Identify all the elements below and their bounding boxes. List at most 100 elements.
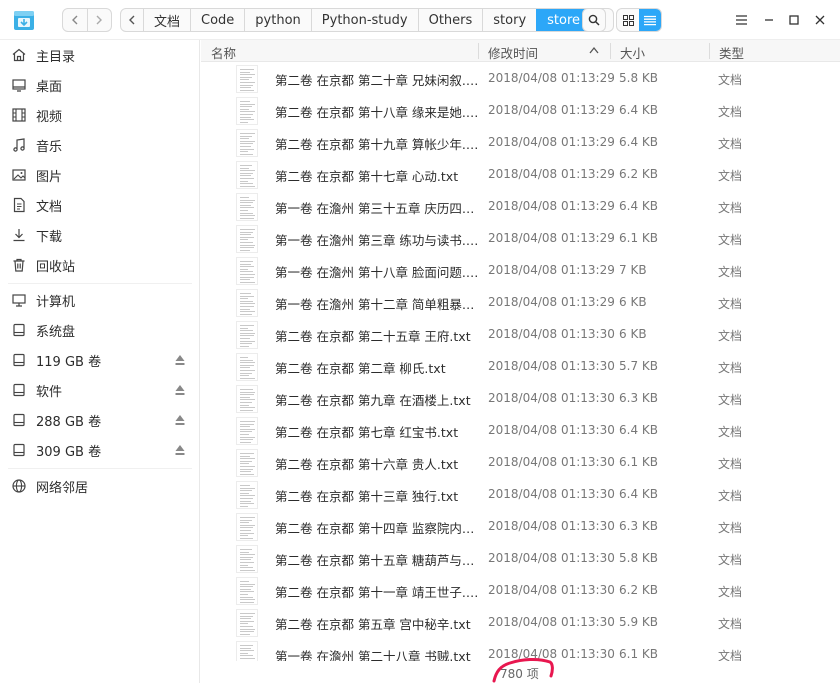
sidebar-item-videos[interactable]: 视频 [0, 100, 200, 130]
column-divider[interactable] [478, 43, 479, 59]
sidebar-item-volume-119[interactable]: 119 GB 卷 [0, 345, 200, 375]
file-row[interactable]: 第二卷 在京都 第十七章 心动.txt 2018/04/08 01:13:29 6.… [221, 159, 811, 191]
file-size: 6.4 KB [619, 423, 658, 437]
sidebar-item-pictures[interactable]: 图片 [0, 160, 200, 190]
desktop-icon [12, 79, 26, 92]
file-row[interactable]: 第二卷 在京都 第五章 宫中秘辛.txt 2018/04/08 01:13:30 5… [221, 607, 811, 639]
list-view-button[interactable] [639, 9, 661, 31]
file-row[interactable]: 第二卷 在京都 第十五章 糖葫芦与庆… 2018/04/08 01:13:30 5.… [221, 543, 811, 575]
sidebar-item-downloads[interactable]: 下载 [0, 220, 200, 250]
drive-icon [13, 323, 25, 337]
breadcrumb-item[interactable]: Code [190, 9, 244, 31]
sidebar-item-music[interactable]: 音乐 [0, 130, 200, 160]
minimize-button[interactable] [757, 8, 781, 32]
file-size: 5.9 KB [619, 615, 658, 629]
sidebar-item-label: 309 GB 卷 [36, 445, 102, 460]
breadcrumb-scroll-left-button[interactable] [121, 9, 143, 31]
sidebar-item-label: 桌面 [36, 80, 63, 95]
sidebar-item-label: 系统盘 [36, 325, 76, 340]
file-modified-date: 2018/04/08 01:13:30 [488, 423, 615, 437]
file-row[interactable]: 第二卷 在京都 第十九章 算帐少年.txt 2018/04/08 01:13:29… [221, 127, 811, 159]
file-type: 文档 [718, 297, 743, 311]
picture-icon [12, 169, 26, 181]
sidebar-item-home[interactable]: 主目录 [0, 40, 200, 70]
file-size: 6.4 KB [619, 199, 658, 213]
file-modified-date: 2018/04/08 01:13:29 [488, 199, 615, 213]
eject-icon[interactable] [175, 444, 185, 456]
file-name: 第一卷 在澹州 第三十五章 庆历四年… [275, 201, 479, 216]
file-size: 7 KB [619, 263, 647, 277]
sidebar-item-label: 视频 [36, 110, 63, 125]
file-size: 6.4 KB [619, 103, 658, 117]
breadcrumb-item[interactable]: 文档 [143, 9, 190, 31]
column-header-name[interactable]: 名称 [211, 43, 236, 62]
download-icon [13, 229, 25, 242]
column-header-modified[interactable]: 修改时间 [488, 43, 538, 62]
home-icon [12, 48, 26, 62]
text-file-thumbnail-icon [236, 385, 258, 413]
file-row[interactable]: 第一卷 在澹州 第十八章 脸面问题.txt 2018/04/08 01:13:29… [221, 255, 811, 287]
file-type: 文档 [718, 425, 743, 439]
sidebar-item-label: 计算机 [36, 295, 76, 310]
text-file-thumbnail-icon [236, 513, 258, 541]
file-row[interactable]: 第二卷 在京都 第十一章 靖王世子.txt 2018/04/08 01:13:30… [221, 575, 811, 607]
file-row[interactable]: 第一卷 在澹州 第二十八章 书贼.txt 2018/04/08 01:13:30 6… [221, 639, 811, 661]
text-file-thumbnail-icon [236, 161, 258, 189]
sidebar-item-volume-309[interactable]: 309 GB 卷 [0, 435, 200, 465]
file-row[interactable]: 第二卷 在京都 第十六章 贵人.txt 2018/04/08 01:13:30 6.… [221, 447, 811, 479]
file-row[interactable]: 第二卷 在京都 第十四章 监察院内外.… 2018/04/08 01:13:30 6… [221, 511, 811, 543]
eject-icon[interactable] [175, 354, 185, 366]
trash-icon [13, 258, 25, 272]
file-modified-date: 2018/04/08 01:13:30 [488, 391, 615, 405]
sidebar-item-documents[interactable]: 文档 [0, 190, 200, 220]
column-divider[interactable] [610, 43, 611, 59]
forward-button[interactable] [86, 9, 112, 31]
file-type: 文档 [718, 137, 743, 151]
file-row[interactable]: 第二卷 在京都 第十八章 缘来是她.txt 2018/04/08 01:13:29… [221, 95, 811, 127]
text-file-thumbnail-icon [236, 545, 258, 573]
file-row[interactable]: 第一卷 在澹州 第三十五章 庆历四年… 2018/04/08 01:13:29 6.… [221, 191, 811, 223]
sidebar-item-desktop[interactable]: 桌面 [0, 70, 200, 100]
column-header-type[interactable]: 类型 [719, 43, 744, 62]
file-modified-date: 2018/04/08 01:13:30 [488, 359, 615, 373]
file-row[interactable]: 第二卷 在京都 第二十五章 王府.txt 2018/04/08 01:13:30 6… [221, 319, 811, 351]
file-type: 文档 [718, 233, 743, 247]
sidebar-item-volume-288[interactable]: 288 GB 卷 [0, 405, 200, 435]
sidebar-item-label: 图片 [36, 170, 63, 185]
close-icon [815, 15, 825, 25]
computer-icon [12, 294, 26, 307]
column-header-size[interactable]: 大小 [620, 43, 645, 62]
maximize-button[interactable] [782, 8, 806, 32]
file-row[interactable]: 第二卷 在京都 第七章 红宝书.txt 2018/04/08 01:13:30 6.… [221, 415, 811, 447]
file-row[interactable]: 第二卷 在京都 第二十章 兄妹闲叙.txt 2018/04/08 01:13:29… [221, 63, 811, 95]
eject-icon[interactable] [175, 384, 185, 396]
file-row[interactable]: 第二卷 在京都 第九章 在酒楼上.txt 2018/04/08 01:13:30 6… [221, 383, 811, 415]
sidebar-item-software[interactable]: 软件 [0, 375, 200, 405]
text-file-thumbnail-icon [236, 257, 258, 285]
file-row[interactable]: 第二卷 在京都 第十三章 独行.txt 2018/04/08 01:13:30 6.… [221, 479, 811, 511]
close-button[interactable] [808, 8, 832, 32]
file-row[interactable]: 第一卷 在澹州 第十二章 简单粗暴的… 2018/04/08 01:13:29 6 … [221, 287, 811, 319]
sidebar-item-system-disk[interactable]: 系统盘 [0, 315, 200, 345]
eject-icon[interactable] [175, 414, 185, 426]
sidebar-item-trash[interactable]: 回收站 [0, 250, 200, 280]
file-name: 第二卷 在京都 第二十五章 王府.txt [275, 329, 471, 344]
column-divider[interactable] [709, 43, 710, 59]
sidebar-item-computer[interactable]: 计算机 [0, 285, 200, 315]
file-modified-date: 2018/04/08 01:13:30 [488, 551, 615, 565]
file-row[interactable]: 第一卷 在澹州 第三章 练功与读书.txt 2018/04/08 01:13:29… [221, 223, 811, 255]
sidebar-item-network[interactable]: 网络邻居 [0, 471, 200, 501]
back-button[interactable] [63, 9, 87, 31]
breadcrumb-item[interactable]: Python-study [310, 9, 418, 31]
icon-view-button[interactable] [617, 9, 639, 31]
file-row[interactable]: 第二卷 在京都 第二章 柳氏.txt 2018/04/08 01:13:30 5.7… [221, 351, 811, 383]
breadcrumb-item[interactable]: Others [417, 9, 483, 31]
breadcrumb-item[interactable]: story [482, 9, 536, 31]
breadcrumb-item[interactable]: python [244, 9, 310, 31]
file-name: 第二卷 在京都 第十六章 贵人.txt [275, 457, 459, 472]
file-name: 第一卷 在澹州 第三章 练功与读书.txt [275, 233, 479, 248]
sidebar-item-label: 音乐 [36, 140, 63, 155]
menu-button[interactable] [729, 8, 753, 32]
search-button[interactable] [582, 8, 606, 32]
file-name: 第二卷 在京都 第十一章 靖王世子.txt [275, 585, 479, 600]
